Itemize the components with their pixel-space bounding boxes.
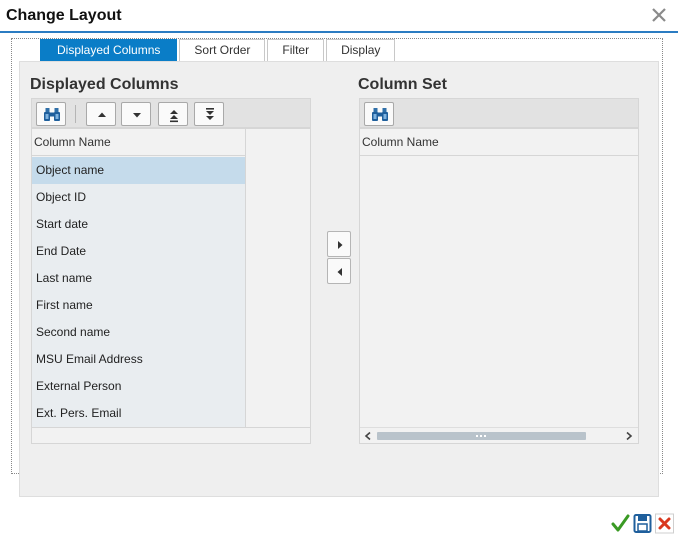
binoculars-icon (372, 108, 388, 121)
scroll-left-icon (364, 431, 371, 441)
binoculars-icon (44, 108, 60, 121)
column-name-header: Column Name (360, 129, 638, 156)
tab-filter[interactable]: Filter (267, 39, 325, 61)
scrollbar-thumb[interactable] (377, 432, 586, 440)
arrow-down-icon (133, 113, 141, 118)
list-item[interactable]: Second name (32, 319, 245, 346)
close-icon (652, 8, 666, 22)
move-top-icon (170, 110, 178, 123)
arrow-right-icon (338, 241, 343, 249)
table-footer-line (32, 427, 310, 428)
displayed-columns-list: Object name Object ID Start date End Dat… (32, 157, 245, 427)
find-button[interactable] (364, 102, 394, 126)
list-item[interactable]: Start date (32, 211, 245, 238)
grip-icon (476, 435, 486, 437)
dialog-title: Change Layout (6, 7, 122, 24)
left-toolbar (31, 98, 311, 128)
add-column-button[interactable] (327, 231, 351, 257)
tab-sort-order[interactable]: Sort Order (179, 39, 266, 61)
move-down-button[interactable] (121, 102, 151, 126)
move-to-bottom-button[interactable] (194, 102, 224, 126)
tab-panel: Displayed Columns Column Name Object nam… (19, 61, 659, 497)
save-button[interactable] (633, 513, 652, 534)
horizontal-scrollbar[interactable] (360, 427, 638, 443)
list-item[interactable]: Object name (32, 157, 245, 184)
list-item[interactable]: Object ID (32, 184, 245, 211)
move-up-button[interactable] (86, 102, 116, 126)
arrow-up-icon (98, 112, 106, 117)
tab-display[interactable]: Display (326, 39, 396, 61)
column-set-table: Column Name (359, 128, 639, 444)
close-button[interactable] (650, 6, 668, 24)
displayed-columns-table: Column Name Object name Object ID Start … (31, 128, 311, 444)
list-item[interactable]: MSU Email Address (32, 346, 245, 373)
list-item[interactable]: End Date (32, 238, 245, 265)
list-item[interactable]: Last name (32, 265, 245, 292)
ok-button[interactable] (611, 513, 630, 534)
scroll-right-icon (626, 431, 633, 441)
save-icon (633, 514, 652, 533)
cancel-icon (655, 513, 674, 534)
column-divider (245, 129, 246, 427)
find-button[interactable] (36, 102, 66, 126)
toolbar-separator (75, 105, 76, 123)
list-item[interactable]: External Person (32, 373, 245, 400)
displayed-columns-title: Displayed Columns (30, 76, 179, 93)
tab-displayed-columns[interactable]: Displayed Columns (40, 39, 178, 61)
right-toolbar (359, 98, 639, 128)
move-bottom-icon (206, 108, 214, 120)
remove-column-button[interactable] (327, 258, 351, 284)
move-to-top-button[interactable] (158, 102, 188, 126)
tab-strip: Displayed Columns Sort Order Filter Disp… (40, 39, 397, 61)
column-name-header: Column Name (32, 129, 245, 156)
cancel-button[interactable] (655, 513, 674, 534)
column-set-title: Column Set (358, 76, 447, 93)
checkmark-icon (611, 514, 630, 532)
arrow-left-icon (337, 268, 342, 276)
list-item[interactable]: First name (32, 292, 245, 319)
dialog-header: Change Layout (0, 0, 678, 33)
list-item[interactable]: Ext. Pers. Email (32, 400, 245, 427)
